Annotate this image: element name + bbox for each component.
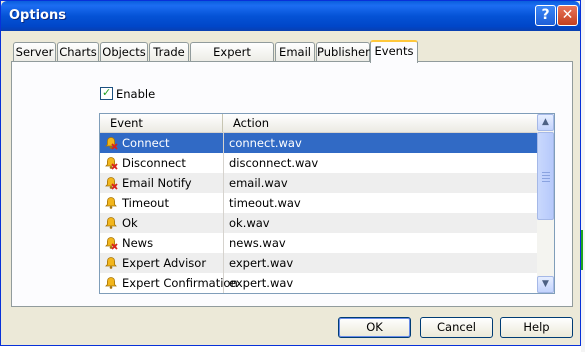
grip-line (542, 172, 550, 173)
tab-server[interactable]: Server (13, 42, 56, 62)
list-item[interactable]: Expert Confirmation expert.wav (100, 273, 537, 293)
bell-icon (105, 277, 117, 289)
tab-publisher[interactable]: Publisher (316, 42, 370, 62)
event-action: ok.wav (229, 216, 270, 230)
bell-icon (105, 257, 117, 269)
events-list[interactable]: Event Action Connect connect.wav Disconn… (99, 113, 555, 294)
event-action: expert.wav (229, 276, 294, 290)
event-name: Timeout (122, 196, 169, 210)
grip-line (542, 175, 550, 176)
tab-expert-advisors[interactable]: Expert Advisors (190, 42, 274, 77)
tab-email[interactable]: Email (275, 42, 315, 62)
background-chart-bar (581, 0, 585, 352)
background-chart-line (0, 346, 585, 352)
vertical-scrollbar[interactable]: ▲ ▼ (537, 114, 554, 293)
list-item[interactable]: Email Notify email.wav (100, 173, 537, 193)
event-name: Email Notify (122, 176, 192, 190)
tab-objects[interactable]: Objects (100, 42, 148, 62)
grip-line (542, 181, 550, 182)
column-divider (223, 193, 224, 213)
list-rows: Connect connect.wav Disconnect disconnec… (100, 133, 537, 293)
bell-disabled-icon (105, 137, 118, 150)
event-name: Ok (122, 216, 138, 230)
event-action: disconnect.wav (229, 156, 319, 170)
event-name: Expert Confirmation (122, 276, 238, 290)
event-action: expert.wav (229, 256, 294, 270)
column-divider (223, 233, 224, 253)
event-action: timeout.wav (229, 196, 301, 210)
bell-disabled-icon (105, 177, 118, 190)
column-divider (223, 173, 224, 193)
bell-icon (105, 197, 117, 209)
event-action: email.wav (229, 176, 288, 190)
column-divider (223, 273, 224, 293)
events-tab-panel: ✓ Enable Event Action Connect connect.wa… (11, 61, 573, 307)
scroll-down-icon[interactable]: ▼ (537, 276, 554, 293)
help-icon[interactable]: ? (535, 5, 556, 26)
tab-charts[interactable]: Charts (57, 42, 99, 62)
list-item[interactable]: Expert Advisor expert.wav (100, 253, 537, 273)
column-divider (223, 213, 224, 233)
bell-icon (105, 217, 117, 229)
list-item[interactable]: News news.wav (100, 233, 537, 253)
list-header: Event Action (100, 114, 537, 133)
title-bar[interactable]: Options ? ✕ (1, 1, 580, 31)
tab-trade[interactable]: Trade (149, 42, 189, 62)
close-icon[interactable]: ✕ (557, 5, 578, 26)
list-item[interactable]: Connect connect.wav (100, 133, 537, 153)
help-button[interactable]: Help (500, 317, 573, 338)
event-name: News (122, 236, 154, 250)
background-chart-bar (581, 230, 583, 270)
column-divider (223, 153, 224, 173)
column-divider (223, 133, 224, 153)
list-item[interactable]: Timeout timeout.wav (100, 193, 537, 213)
event-name: Connect (122, 136, 170, 150)
event-name: Expert Advisor (122, 256, 207, 270)
ok-button[interactable]: OK (338, 317, 411, 338)
dialog-title: Options (9, 8, 66, 23)
column-header-action[interactable]: Action (223, 114, 537, 132)
list-item[interactable]: Ok ok.wav (100, 213, 537, 233)
tab-events[interactable]: Events (370, 40, 418, 63)
scrollbar-thumb[interactable] (537, 132, 554, 220)
column-header-event[interactable]: Event (100, 114, 223, 132)
bell-disabled-icon (105, 157, 118, 170)
event-name: Disconnect (122, 156, 186, 170)
options-dialog: Options ? ✕ Server Charts Objects Trade … (0, 0, 581, 346)
event-action: news.wav (229, 236, 286, 250)
column-divider (223, 253, 224, 273)
enable-label: Enable (116, 87, 156, 101)
cancel-button[interactable]: Cancel (420, 317, 493, 338)
check-icon: ✓ (102, 86, 112, 99)
bell-disabled-icon (105, 237, 118, 250)
event-action: connect.wav (229, 136, 302, 150)
scroll-up-icon[interactable]: ▲ (537, 114, 554, 131)
grip-line (542, 178, 550, 179)
enable-checkbox[interactable]: ✓ (100, 86, 113, 100)
list-item[interactable]: Disconnect disconnect.wav (100, 153, 537, 173)
